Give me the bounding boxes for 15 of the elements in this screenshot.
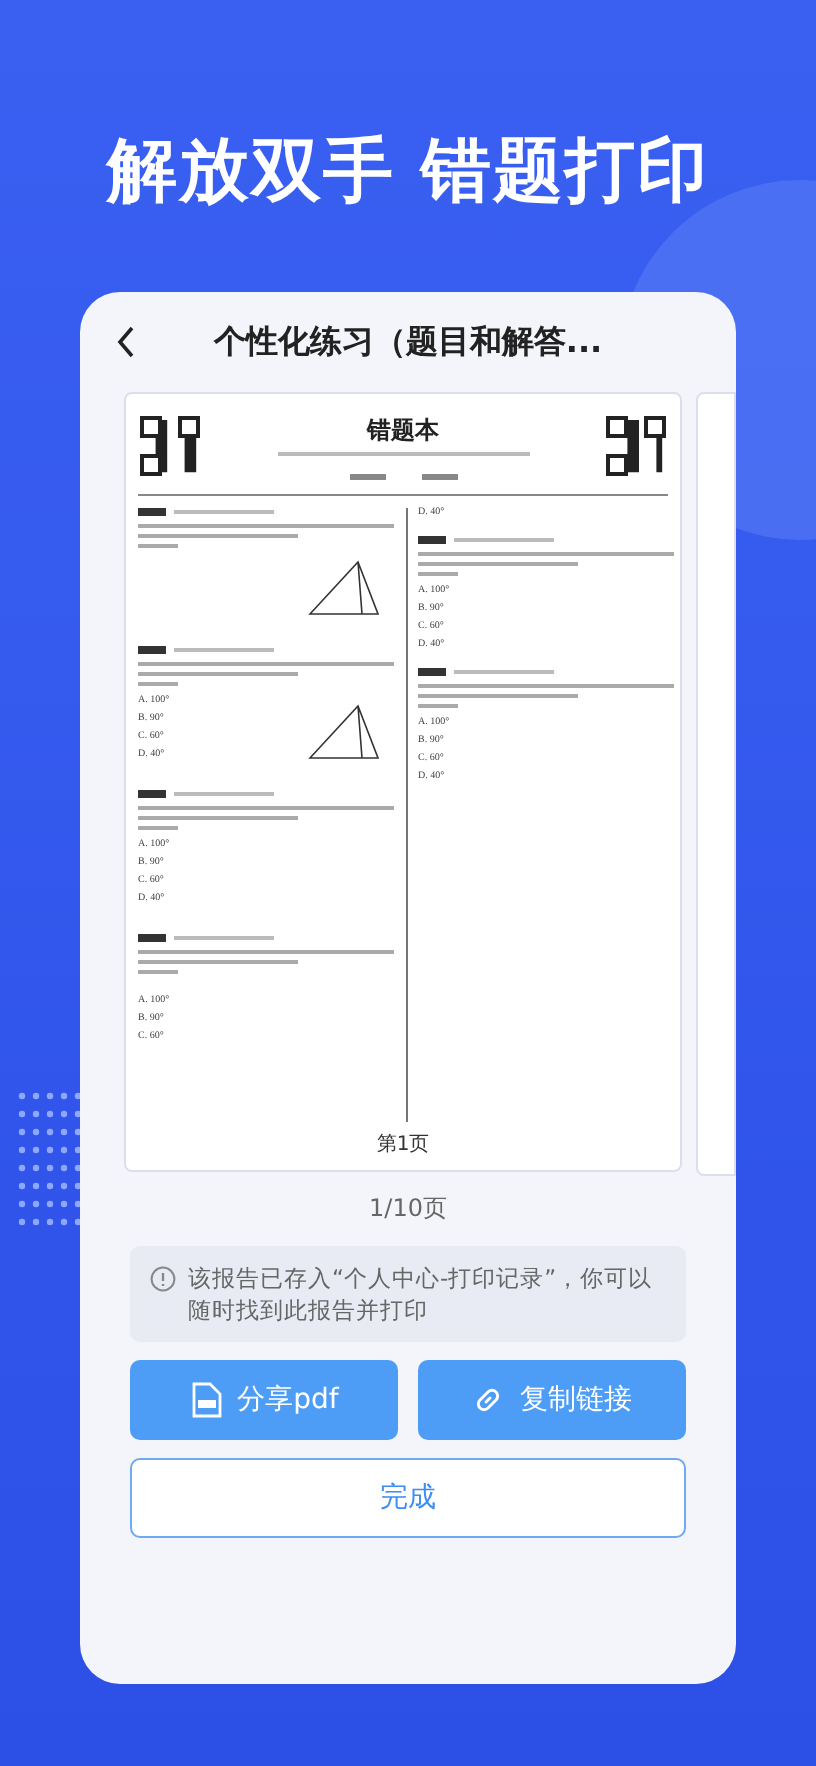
headline: 解放双手 错题打印 — [106, 130, 710, 216]
share-pdf-button[interactable]: 分享pdf — [130, 1360, 398, 1440]
page-label: 第1页 — [376, 1132, 430, 1158]
info-icon — [150, 1266, 176, 1292]
page-counter: 1/10页 — [369, 1192, 447, 1226]
back-icon[interactable] — [116, 326, 136, 358]
screen-title: 个性化练习（题目和解答... — [213, 321, 603, 363]
qr-code-icon — [604, 414, 668, 478]
copy-link-button[interactable]: 复制链接 — [418, 1360, 686, 1440]
link-icon — [472, 1384, 504, 1416]
notice-text: 该报告已存入“个人中心-打印记录”，你可以随时找到此报告并打印 — [188, 1262, 655, 1326]
document-title: 错题本 — [367, 414, 439, 448]
done-button[interactable]: 完成 — [130, 1458, 686, 1538]
pdf-file-icon — [189, 1382, 222, 1418]
qr-code-icon — [138, 414, 202, 478]
